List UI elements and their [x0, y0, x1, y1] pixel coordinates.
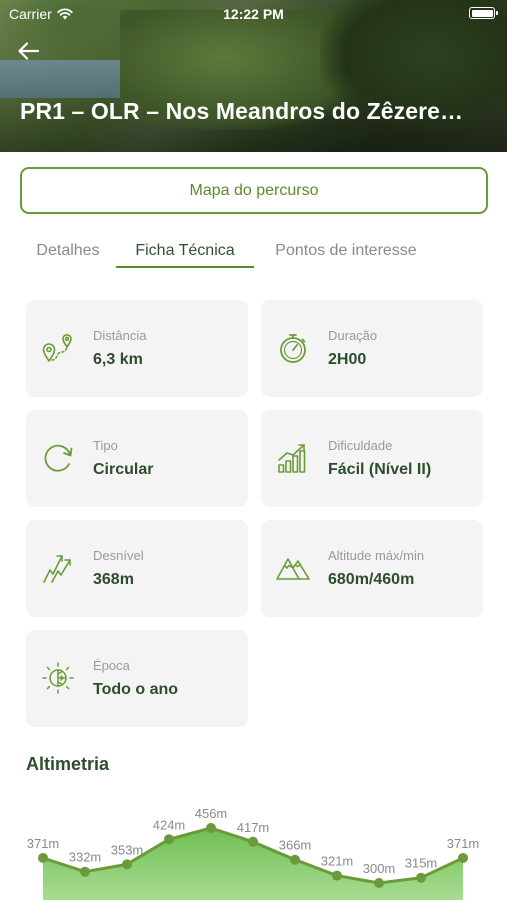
altimetry-point-label: 424m	[153, 817, 186, 832]
altimetry-title: Altimetria	[26, 754, 110, 774]
bar-chart-trend-icon	[278, 444, 306, 473]
spec-card-elevation-gain: Desnível 368m	[26, 520, 248, 617]
spec-value: 6,3 km	[93, 351, 143, 368]
spec-card-altitude: Altitude máx/min 680m/460m	[261, 520, 483, 617]
altimetry-point	[458, 852, 468, 863]
spec-label: Dificuldade	[328, 438, 393, 453]
altimetry-point-label: 366m	[279, 838, 312, 853]
altimetry-point	[164, 834, 174, 845]
back-button[interactable]	[16, 38, 42, 64]
stopwatch-icon	[280, 334, 306, 363]
altimetry-point-label: 315m	[405, 856, 438, 871]
altimetry-point	[248, 836, 258, 847]
altimetry-point-label: 417m	[237, 820, 270, 835]
altimetry-point	[374, 878, 384, 888]
clock: 12:22 PM	[223, 6, 284, 22]
altimetry-point	[80, 866, 90, 877]
status-bar: Carrier 12:22 PM	[0, 0, 507, 28]
altimetry-point	[290, 854, 300, 865]
spec-value: Todo o ano	[93, 681, 179, 698]
spec-label: Tipo	[93, 438, 118, 453]
circular-arrow-icon	[44, 444, 73, 472]
map-pin-route-icon	[42, 334, 72, 362]
spec-label: Altitude máx/min	[328, 548, 425, 563]
altimetry-point	[332, 870, 342, 881]
page-title: PR1 – OLR – Nos Meandros do Zêzere…	[20, 98, 464, 124]
spec-value: Fácil (Nível II)	[328, 461, 432, 478]
route-map-button[interactable]: Mapa do percurso	[20, 167, 488, 214]
altimetry-chart: 371m 332m 353m 424m 456m 417m 366m 321m 300m 315m…	[27, 806, 480, 900]
altimetry-point	[38, 852, 48, 863]
tab-points-of-interest[interactable]: Pontos de interesse	[260, 232, 432, 270]
sun-snowflake-icon	[42, 662, 74, 694]
altimetry-point-label: 371m	[27, 836, 60, 851]
altimetry-point-label: 353m	[111, 842, 144, 857]
altimetry-point	[206, 823, 216, 833]
battery-icon	[469, 7, 498, 19]
elevation-arrows-icon	[43, 555, 71, 583]
spec-card-type: Tipo Circular	[26, 410, 248, 507]
spec-card-season: Época Todo o ano	[26, 630, 248, 727]
spec-label: Distância	[93, 328, 147, 343]
altimetry-point-label: 371m	[447, 836, 480, 851]
tab-details[interactable]: Detalhes	[22, 232, 114, 270]
altimetry-point-label: 332m	[69, 850, 102, 865]
spec-value: Circular	[93, 461, 154, 478]
altimetry-point-label: 300m	[363, 861, 396, 876]
spec-value: 2H00	[328, 351, 367, 368]
altimetry-point	[122, 859, 132, 870]
altimetry-point-label: 321m	[321, 854, 354, 869]
spec-card-duration: Duração 2H00	[261, 300, 483, 397]
tab-technical-sheet[interactable]: Ficha Técnica	[116, 232, 254, 270]
back-arrow-icon	[18, 42, 40, 60]
spec-label: Duração	[328, 328, 378, 343]
spec-card-distance: Distância 6,3 km	[26, 300, 248, 397]
spec-value: 368m	[93, 571, 134, 588]
altimetry-point-label: 456m	[195, 806, 228, 821]
spec-card-difficulty: Dificuldade Fácil (Nível II)	[261, 410, 483, 507]
mountains-icon	[276, 558, 310, 580]
spec-label: Época	[93, 658, 130, 673]
altimetry-point	[416, 872, 426, 883]
active-tab-indicator	[116, 266, 254, 268]
spec-value: 680m/460m	[328, 571, 415, 588]
spec-label: Desnível	[93, 548, 144, 563]
